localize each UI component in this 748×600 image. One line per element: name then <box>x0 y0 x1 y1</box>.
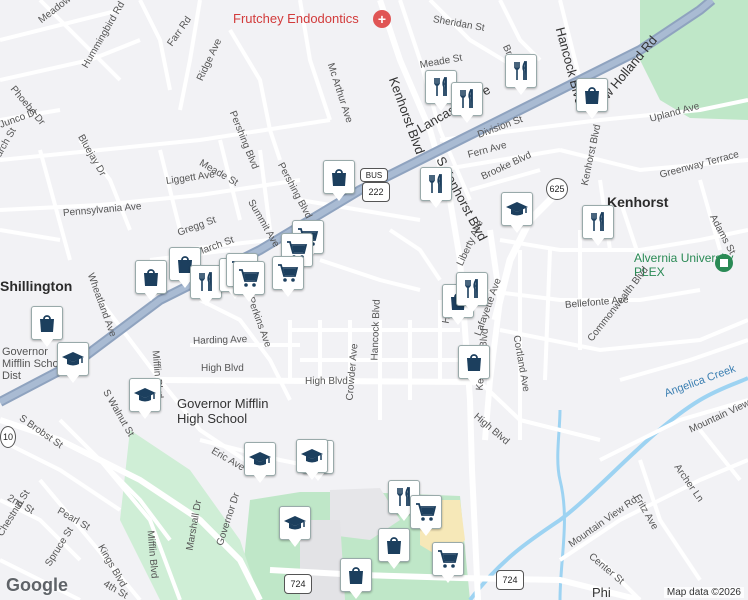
fork-knife-icon <box>586 210 610 234</box>
grocery-cart-marker[interactable] <box>432 542 464 586</box>
fork-knife-icon <box>429 75 453 99</box>
shopping-bag-icon <box>344 563 368 587</box>
town-label-shillington: Shillington <box>0 278 73 294</box>
shopping-bag-marker[interactable] <box>135 260 167 304</box>
route-shield-bus: BUS <box>360 168 388 182</box>
street-label-high-2: High Blvd <box>305 376 348 387</box>
street-label-harding: Harding Ave <box>192 334 248 347</box>
route-shield-724-a: 724 <box>284 574 312 594</box>
shopping-bag-icon <box>139 265 163 289</box>
hospital-icon[interactable]: + <box>373 10 391 28</box>
shopping-bag-icon <box>580 83 604 107</box>
shopping-bag-icon <box>382 533 406 557</box>
route-shield-724-b: 724 <box>496 570 524 590</box>
restaurant-marker[interactable] <box>505 54 537 98</box>
shopping-cart-icon <box>436 547 460 571</box>
route-shield-222: 222 <box>362 182 390 202</box>
school-marker[interactable] <box>244 442 276 486</box>
school-marker[interactable] <box>129 378 161 422</box>
shopping-bag-icon <box>462 350 486 374</box>
shopping-cart-icon <box>237 266 261 290</box>
grocery-cart-marker[interactable] <box>233 261 265 305</box>
school-marker[interactable] <box>296 439 328 483</box>
route-shield-10: 10 <box>0 426 16 448</box>
restaurant-marker[interactable] <box>582 205 614 249</box>
fork-knife-icon <box>424 172 448 196</box>
fork-knife-icon <box>455 87 479 111</box>
alvernia-location-icon[interactable] <box>714 253 734 273</box>
creek-branch <box>556 409 566 600</box>
graduation-cap-icon <box>248 447 272 471</box>
map-canvas[interactable]: Shillington Kenhorst + Frutchey Endodont… <box>0 0 748 600</box>
shopping-bag-icon <box>327 165 351 189</box>
shopping-bag-marker[interactable] <box>323 160 355 204</box>
grocery-cart-marker[interactable] <box>410 495 442 539</box>
shopping-bag-marker[interactable] <box>378 528 410 572</box>
street-label-hancock: Hancock Blvd <box>369 299 383 361</box>
school-marker[interactable] <box>501 192 533 236</box>
street-label-phil: Phi <box>592 585 611 600</box>
grocery-cart-marker[interactable] <box>272 256 304 300</box>
restaurant-marker[interactable] <box>420 167 452 211</box>
highway-222-inner <box>0 0 714 405</box>
map-attribution[interactable]: Map data ©2026 <box>663 587 744 598</box>
shopping-bag-icon <box>35 311 59 335</box>
google-logo: Google <box>6 575 68 595</box>
shopping-bag-marker[interactable] <box>340 558 372 600</box>
graduation-cap-icon <box>505 197 529 221</box>
shopping-bag-marker[interactable] <box>576 78 608 122</box>
route-shield-625: 625 <box>546 178 568 200</box>
school-marker[interactable] <box>279 506 311 550</box>
fork-knife-icon <box>509 59 533 83</box>
shopping-cart-icon <box>414 500 438 524</box>
fork-knife-icon <box>194 270 218 294</box>
school-marker[interactable] <box>57 342 89 386</box>
graduation-cap-icon <box>283 511 307 535</box>
town-label-kenhorst: Kenhorst <box>607 194 669 210</box>
graduation-cap-icon <box>133 383 157 407</box>
poi-label-frutchey[interactable]: Frutchey Endodontics <box>233 11 359 26</box>
fork-knife-icon <box>460 277 484 301</box>
restaurant-marker[interactable] <box>451 82 483 126</box>
restaurant-marker[interactable] <box>190 265 222 309</box>
shopping-bag-marker[interactable] <box>458 345 490 389</box>
restaurant-marker[interactable] <box>456 272 488 316</box>
graduation-cap-icon <box>61 347 85 371</box>
poi-label-gm-high[interactable]: Governor Mifflin High School <box>177 396 287 426</box>
shopping-cart-icon <box>276 261 300 285</box>
street-label-high-1: High Blvd <box>201 363 244 374</box>
graduation-cap-icon <box>300 444 324 468</box>
